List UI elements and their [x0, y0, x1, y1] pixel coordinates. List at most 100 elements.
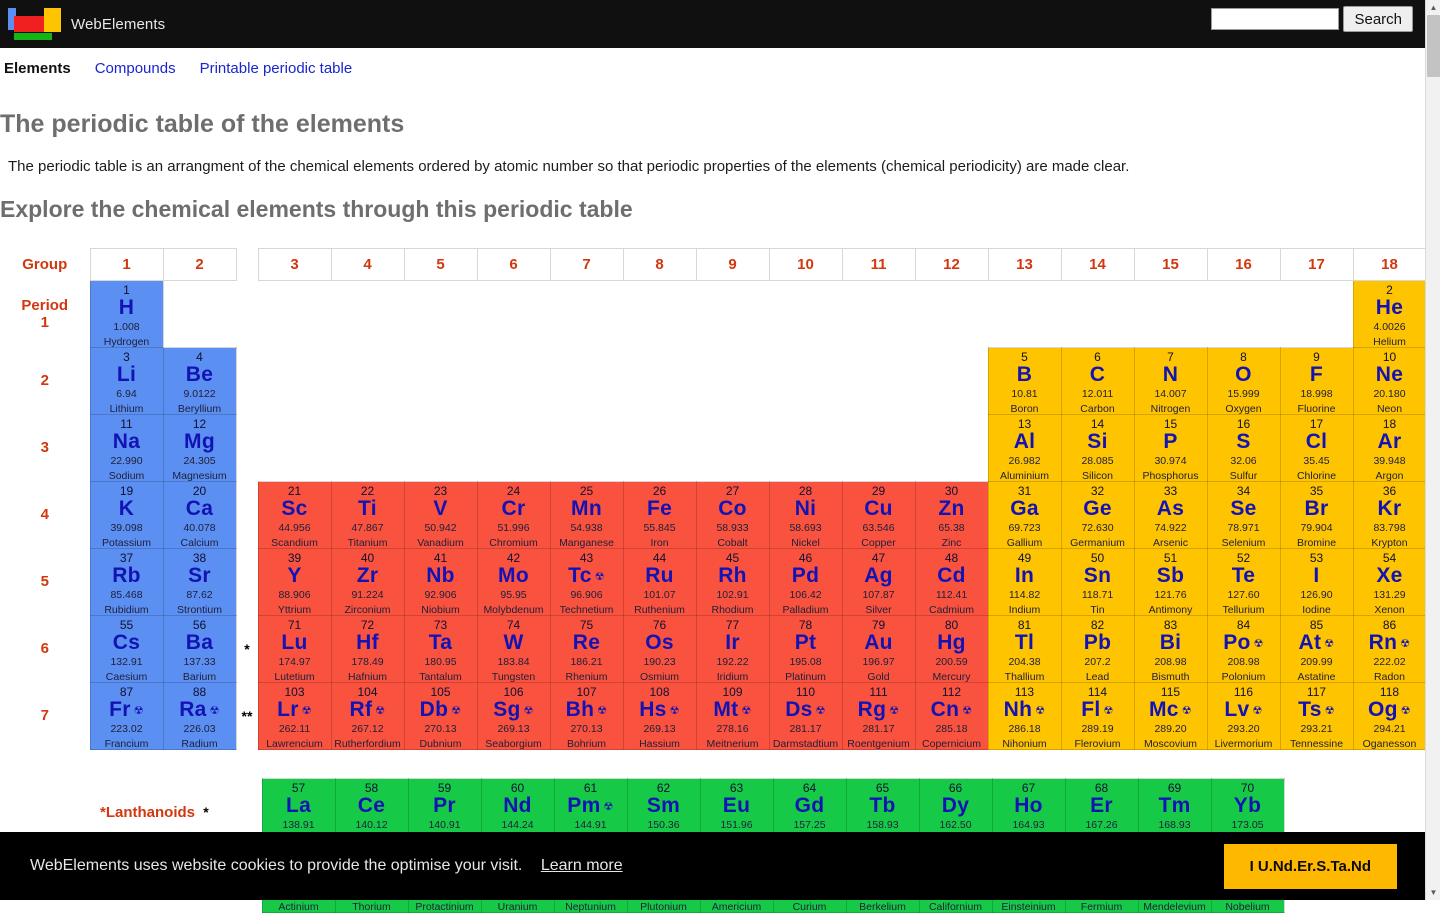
- element-cell-ge[interactable]: 32 Ge 72.630 Germanium: [1060, 481, 1135, 549]
- element-cell-sb[interactable]: 51 Sb 121.76 Antimony: [1133, 548, 1208, 616]
- element-cell-b[interactable]: 5 B 10.81 Boron: [987, 347, 1062, 415]
- element-cell-al[interactable]: 13 Al 26.982 Aluminium: [987, 414, 1062, 482]
- element-cell-zn[interactable]: 30 Zn 65.38 Zinc: [914, 481, 989, 549]
- element-cell-si[interactable]: 14 Si 28.085 Silicon: [1060, 414, 1135, 482]
- element-cell-f[interactable]: 9 F 18.998 Fluorine: [1279, 347, 1354, 415]
- element-cell-sg[interactable]: 106 Sg ☢ 269.13 Seaborgium: [476, 682, 551, 750]
- nav-item-compounds[interactable]: Compounds: [95, 60, 176, 77]
- element-cell-c[interactable]: 6 C 12.011 Carbon: [1060, 347, 1135, 415]
- element-cell-cl[interactable]: 17 Cl 35.45 Chlorine: [1279, 414, 1354, 482]
- nav-item-elements[interactable]: Elements: [4, 60, 71, 77]
- element-cell-co[interactable]: 27 Co 58.933 Cobalt: [695, 481, 770, 549]
- element-cell-ra[interactable]: 88 Ra ☢ 226.03 Radium: [162, 682, 237, 750]
- element-cell-he[interactable]: 2 He 4.0026 Helium: [1352, 280, 1427, 348]
- group-header-9[interactable]: 9: [695, 248, 770, 281]
- element-cell-y[interactable]: 39 Y 88.906 Yttrium: [257, 548, 332, 616]
- element-cell-na[interactable]: 11 Na 22.990 Sodium: [89, 414, 164, 482]
- element-cell-fr[interactable]: 87 Fr ☢ 223.02 Francium: [89, 682, 164, 750]
- element-cell-ar[interactable]: 18 Ar 39.948 Argon: [1352, 414, 1427, 482]
- scrollbar-thumb[interactable]: [1427, 15, 1440, 77]
- scroll-down-arrow-icon[interactable]: ▼: [1426, 885, 1440, 900]
- group-header-18[interactable]: 18: [1352, 248, 1427, 281]
- scroll-up-arrow-icon[interactable]: ▲: [1426, 0, 1440, 15]
- element-cell-zr[interactable]: 40 Zr 91.224 Zirconium: [330, 548, 405, 616]
- group-header-10[interactable]: 10: [768, 248, 843, 281]
- element-cell-ne[interactable]: 10 Ne 20.180 Neon: [1352, 347, 1427, 415]
- element-cell-sc[interactable]: 21 Sc 44.956 Scandium: [257, 481, 332, 549]
- element-cell-nb[interactable]: 41 Nb 92.906 Niobium: [403, 548, 478, 616]
- element-cell-mt[interactable]: 109 Mt ☢ 278.16 Meitnerium: [695, 682, 770, 750]
- element-cell-pd[interactable]: 46 Pd 106.42 Palladium: [768, 548, 843, 616]
- group-header-15[interactable]: 15: [1133, 248, 1208, 281]
- element-cell-fe[interactable]: 26 Fe 55.845 Iron: [622, 481, 697, 549]
- element-cell-au[interactable]: 79 Au 196.97 Gold: [841, 615, 916, 683]
- group-header-5[interactable]: 5: [403, 248, 478, 281]
- group-header-11[interactable]: 11: [841, 248, 916, 281]
- element-cell-h[interactable]: 1 H 1.008 Hydrogen: [89, 280, 164, 348]
- element-cell-w[interactable]: 74 W 183.84 Tungsten: [476, 615, 551, 683]
- element-cell-n[interactable]: 7 N 14.007 Nitrogen: [1133, 347, 1208, 415]
- element-cell-mn[interactable]: 25 Mn 54.938 Manganese: [549, 481, 624, 549]
- element-cell-rn[interactable]: 86 Rn ☢ 222.02 Radon: [1352, 615, 1427, 683]
- element-cell-be[interactable]: 4 Be 9.0122 Beryllium: [162, 347, 237, 415]
- nav-item-printable-periodic-table[interactable]: Printable periodic table: [200, 60, 353, 77]
- element-cell-li[interactable]: 3 Li 6.94 Lithium: [89, 347, 164, 415]
- group-header-13[interactable]: 13: [987, 248, 1062, 281]
- element-cell-rg[interactable]: 111 Rg ☢ 281.17 Roentgenium: [841, 682, 916, 750]
- group-header-3[interactable]: 3: [257, 248, 332, 281]
- element-cell-ru[interactable]: 44 Ru 101.07 Ruthenium: [622, 548, 697, 616]
- element-cell-re[interactable]: 75 Re 186.21 Rhenium: [549, 615, 624, 683]
- element-cell-ir[interactable]: 77 Ir 192.22 Iridium: [695, 615, 770, 683]
- element-cell-s[interactable]: 16 S 32.06 Sulfur: [1206, 414, 1281, 482]
- element-cell-k[interactable]: 19 K 39.098 Potassium: [89, 481, 164, 549]
- element-cell-cs[interactable]: 55 Cs 132.91 Caesium: [89, 615, 164, 683]
- element-cell-rh[interactable]: 45 Rh 102.91 Rhodium: [695, 548, 770, 616]
- element-cell-sr[interactable]: 38 Sr 87.62 Strontium: [162, 548, 237, 616]
- element-cell-lu[interactable]: 71 Lu 174.97 Lutetium: [257, 615, 332, 683]
- element-cell-xe[interactable]: 54 Xe 131.29 Xenon: [1352, 548, 1427, 616]
- element-cell-cn[interactable]: 112 Cn ☢ 285.18 Copernicium: [914, 682, 989, 750]
- element-cell-po[interactable]: 84 Po ☢ 208.98 Polonium: [1206, 615, 1281, 683]
- element-cell-og[interactable]: 118 Og ☢ 294.21 Oganesson: [1352, 682, 1427, 750]
- element-cell-in[interactable]: 49 In 114.82 Indium: [987, 548, 1062, 616]
- element-cell-os[interactable]: 76 Os 190.23 Osmium: [622, 615, 697, 683]
- element-cell-lr[interactable]: 103 Lr ☢ 262.11 Lawrencium: [257, 682, 332, 750]
- cookie-learn-more-link[interactable]: Learn more: [541, 857, 623, 874]
- search-input[interactable]: [1211, 8, 1340, 30]
- element-cell-db[interactable]: 105 Db ☢ 270.13 Dubnium: [403, 682, 478, 750]
- group-header-2[interactable]: 2: [162, 248, 237, 281]
- element-cell-at[interactable]: 85 At ☢ 209.99 Astatine: [1279, 615, 1354, 683]
- element-cell-ts[interactable]: 117 Ts ☢ 293.21 Tennessine: [1279, 682, 1354, 750]
- element-cell-ga[interactable]: 31 Ga 69.723 Gallium: [987, 481, 1062, 549]
- element-cell-ba[interactable]: 56 Ba 137.33 Barium: [162, 615, 237, 683]
- element-cell-ta[interactable]: 73 Ta 180.95 Tantalum: [403, 615, 478, 683]
- element-cell-sn[interactable]: 50 Sn 118.71 Tin: [1060, 548, 1135, 616]
- group-header-8[interactable]: 8: [622, 248, 697, 281]
- brand[interactable]: WebElements: [0, 6, 165, 42]
- element-cell-cr[interactable]: 24 Cr 51.996 Chromium: [476, 481, 551, 549]
- page-scrollbar[interactable]: ▲ ▼: [1425, 0, 1440, 900]
- element-cell-rf[interactable]: 104 Rf ☢ 267.12 Rutherfordium: [330, 682, 405, 750]
- group-header-14[interactable]: 14: [1060, 248, 1135, 281]
- element-cell-rb[interactable]: 37 Rb 85.468 Rubidium: [89, 548, 164, 616]
- element-cell-o[interactable]: 8 O 15.999 Oxygen: [1206, 347, 1281, 415]
- element-cell-p[interactable]: 15 P 30.974 Phosphorus: [1133, 414, 1208, 482]
- group-header-12[interactable]: 12: [914, 248, 989, 281]
- element-cell-mc[interactable]: 115 Mc ☢ 289.20 Moscovium: [1133, 682, 1208, 750]
- group-header-6[interactable]: 6: [476, 248, 551, 281]
- element-cell-pt[interactable]: 78 Pt 195.08 Platinum: [768, 615, 843, 683]
- element-cell-ti[interactable]: 22 Ti 47.867 Titanium: [330, 481, 405, 549]
- element-cell-se[interactable]: 34 Se 78.971 Selenium: [1206, 481, 1281, 549]
- element-cell-bi[interactable]: 83 Bi 208.98 Bismuth: [1133, 615, 1208, 683]
- element-cell-nh[interactable]: 113 Nh ☢ 286.18 Nihonium: [987, 682, 1062, 750]
- group-header-17[interactable]: 17: [1279, 248, 1354, 281]
- element-cell-tc[interactable]: 43 Tc ☢ 96.906 Technetium: [549, 548, 624, 616]
- element-cell-hg[interactable]: 80 Hg 200.59 Mercury: [914, 615, 989, 683]
- element-cell-ds[interactable]: 110 Ds ☢ 281.17 Darmstadtium: [768, 682, 843, 750]
- element-cell-tl[interactable]: 81 Tl 204.38 Thallium: [987, 615, 1062, 683]
- element-cell-bh[interactable]: 107 Bh ☢ 270.13 Bohrium: [549, 682, 624, 750]
- group-header-16[interactable]: 16: [1206, 248, 1281, 281]
- element-cell-br[interactable]: 35 Br 79.904 Bromine: [1279, 481, 1354, 549]
- element-cell-v[interactable]: 23 V 50.942 Vanadium: [403, 481, 478, 549]
- group-header-7[interactable]: 7: [549, 248, 624, 281]
